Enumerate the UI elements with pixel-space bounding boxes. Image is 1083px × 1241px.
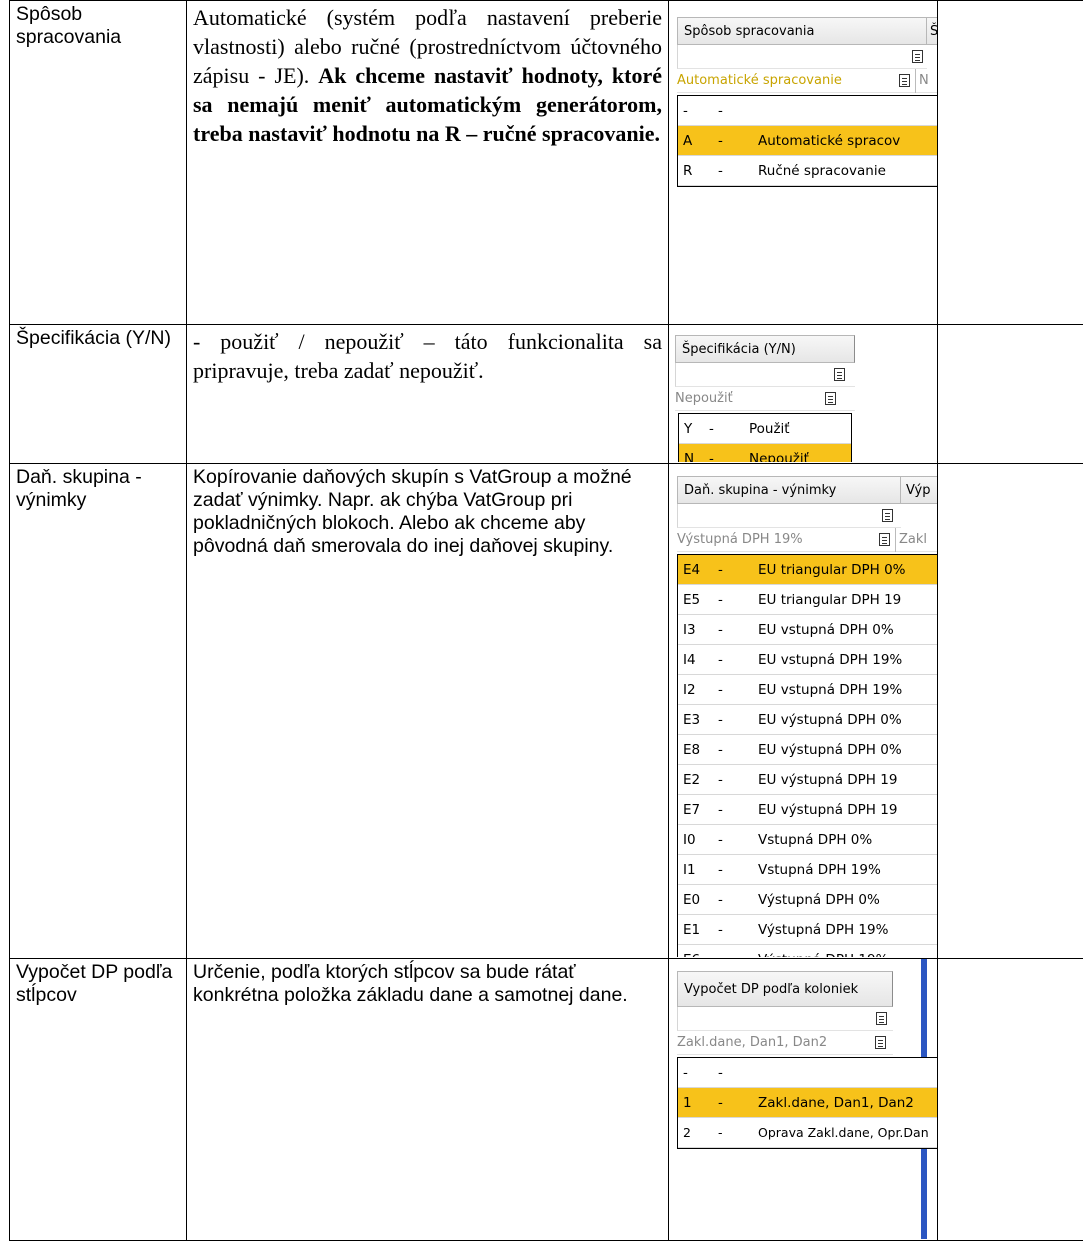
settings-table: Spôsob spracovania Automatické (systém p… [9, 0, 1083, 1241]
list-item[interactable]: E6-Výstupná DPH 19% [678, 945, 937, 957]
dropdown-list: - - A - Automatické spracov R - Ručné sp… [677, 95, 937, 187]
list-item-selected[interactable]: A - Automatické spracov [678, 126, 937, 156]
list-icon[interactable] [899, 74, 910, 87]
row-label: Daň. skupina - výnimky [16, 466, 142, 511]
table-row: Spôsob spracovania Automatické (systém p… [9, 0, 1083, 325]
column-header: Spôsob spracovania [677, 17, 927, 45]
dropdown-list: Y - Použiť N - Nepoužiť [678, 413, 852, 462]
current-value-row[interactable]: Nepoužiť [675, 387, 855, 411]
dropdown-list: -- 1- Zakl.dane, Dan1, Dan2 2- Oprava Zakl… [677, 1057, 937, 1149]
list-item[interactable]: E1- Výstupná DPH 19% [678, 915, 937, 945]
empty-cell [937, 0, 1083, 325]
tax-calculation-widget: Vypočet DP podľa koloniek Zakl.dane, Dan… [669, 959, 937, 1239]
current-value-row[interactable]: Zakl.dane, Dan1, Dan2 [677, 1031, 893, 1055]
table-row: Špecifikácia (Y/N) - použiť / nepoužiť –… [9, 324, 1083, 464]
list-icon[interactable] [879, 533, 890, 546]
list-item[interactable]: I3- EU vstupná DPH 0% [678, 615, 937, 645]
row-description: Kopírovanie daňových skupín s VatGroup a… [193, 466, 632, 557]
empty-cell [937, 958, 1083, 1241]
current-value-row[interactable]: Výstupná DPH 19% Zakl [677, 528, 937, 552]
row-description: Určenie, podľa ktorých stĺpcov sa bude r… [193, 961, 628, 1006]
description-cell: Určenie, podľa ktorých stĺpcov sa bude r… [186, 958, 669, 1241]
tax-group-widget: Daň. skupina - výnimky Výp Výstupná DPH … [669, 464, 937, 957]
list-item-selected[interactable]: 1- Zakl.dane, Dan1, Dan2 [678, 1088, 937, 1118]
list-item[interactable]: E8- EU výstupná DPH 0% [678, 735, 937, 765]
column-header: Vypočet DP podľa koloniek [677, 971, 893, 1007]
screenshot-cell: Daň. skupina - výnimky Výp Výstupná DPH … [668, 463, 938, 959]
list-item[interactable]: Y - Použiť [679, 414, 851, 444]
current-value-row[interactable]: Automatické spracovanie N [677, 69, 937, 93]
description-cell: Kopírovanie daňových skupín s VatGroup a… [186, 463, 669, 959]
list-icon[interactable] [912, 50, 923, 63]
dropdown-list: E4- EU triangular DPH 0% E5- EU triangular… [677, 554, 937, 957]
filter-row [677, 45, 927, 69]
filter-row [677, 1007, 893, 1031]
list-item[interactable]: - - [678, 96, 937, 126]
list-icon[interactable] [834, 368, 845, 381]
screenshot-cell: Špecifikácia (Y/N) Nepoužiť Y - Použiť N… [668, 324, 938, 464]
label-cell: Daň. skupina - výnimky [9, 463, 187, 959]
table-row: Vypočet DP podľa stĺpcov Určenie, podľa … [9, 958, 1083, 1241]
table-row: Daň. skupina - výnimky Kopírovanie daňov… [9, 463, 1083, 959]
list-item[interactable]: I0- Vstupná DPH 0% [678, 825, 937, 855]
list-item[interactable]: E2- EU výstupná DPH 19 [678, 765, 937, 795]
list-item[interactable]: E3- EU výstupná DPH 0% [678, 705, 937, 735]
filter-row [675, 363, 855, 387]
column-header: Daň. skupina - výnimky [677, 476, 901, 504]
list-item[interactable]: I2- EU vstupná DPH 19% [678, 675, 937, 705]
list-icon[interactable] [876, 1012, 887, 1025]
document-table-wrapper: Spôsob spracovania Automatické (systém p… [9, 0, 1083, 1241]
column-header: Špecifikácia (Y/N) [675, 335, 855, 363]
specification-widget: Špecifikácia (Y/N) Nepoužiť Y - Použiť N… [669, 325, 937, 462]
processing-mode-widget: Spôsob spracovania Š Automatické spracov… [669, 1, 937, 196]
list-item[interactable]: R - Ručné spracovanie [678, 156, 937, 186]
list-item-selected[interactable]: E4- EU triangular DPH 0% [678, 555, 937, 585]
list-item[interactable]: E7- EU výstupná DPH 19 [678, 795, 937, 825]
next-column-header: Š [926, 17, 937, 45]
label-cell: Špecifikácia (Y/N) [9, 324, 187, 464]
filter-row [677, 504, 901, 528]
list-icon[interactable] [825, 392, 836, 405]
empty-cell [937, 463, 1083, 959]
description-cell: - použiť / nepoužiť – táto funkcionalita… [186, 324, 669, 464]
list-item[interactable]: I1- Vstupná DPH 19% [678, 855, 937, 885]
screenshot-cell: Spôsob spracovania Š Automatické spracov… [668, 0, 938, 325]
description-cell: Automatické (systém podľa nastavení preb… [186, 0, 669, 325]
list-icon[interactable] [882, 509, 893, 522]
list-item[interactable]: -- [678, 1058, 937, 1088]
row-label: Vypočet DP podľa stĺpcov [16, 961, 173, 1006]
row-label: Špecifikácia (Y/N) [16, 327, 171, 349]
row-description: - použiť / nepoužiť – táto funkcionalita… [193, 329, 662, 383]
next-column-header: Výp [900, 476, 937, 504]
list-item[interactable]: E0- Výstupná DPH 0% [678, 885, 937, 915]
list-item-selected[interactable]: N - Nepoužiť [679, 444, 851, 462]
list-icon[interactable] [875, 1036, 886, 1049]
list-item[interactable]: 2- Oprava Zakl.dane, Opr.Dan [678, 1118, 937, 1148]
list-item[interactable]: E5- EU triangular DPH 19 [678, 585, 937, 615]
label-cell: Vypočet DP podľa stĺpcov [9, 958, 187, 1241]
row-label: Spôsob spracovania [16, 3, 122, 48]
screenshot-cell: Vypočet DP podľa koloniek Zakl.dane, Dan… [668, 958, 938, 1241]
row-description: Automatické (systém podľa nastavení preb… [187, 1, 668, 148]
list-item[interactable]: I4- EU vstupná DPH 19% [678, 645, 937, 675]
label-cell: Spôsob spracovania [9, 0, 187, 325]
empty-cell [937, 324, 1083, 464]
